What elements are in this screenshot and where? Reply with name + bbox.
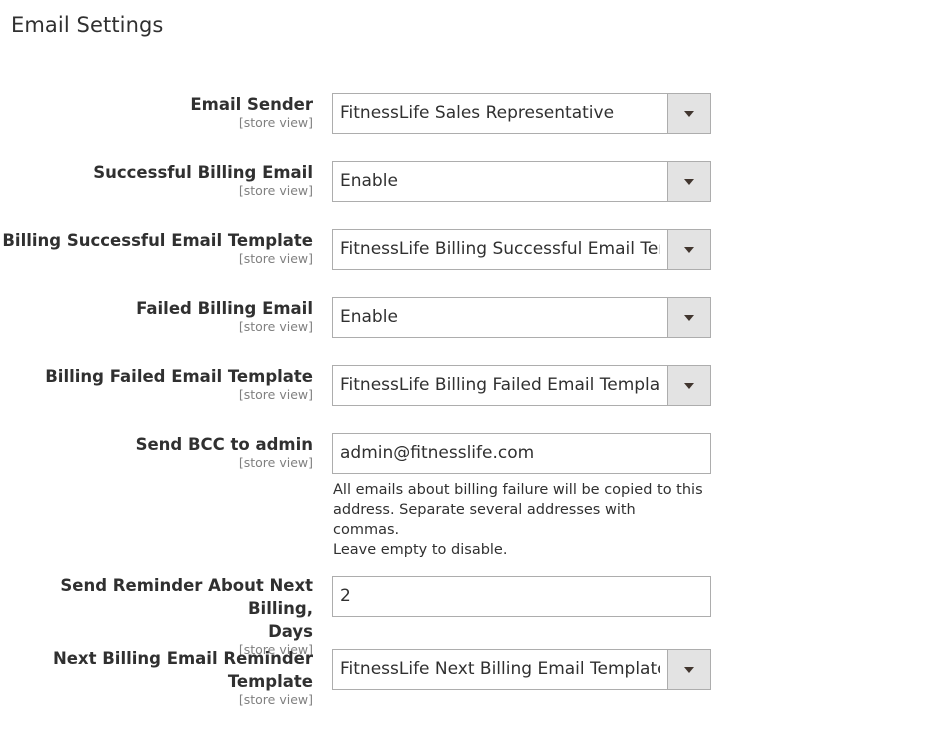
field-label-col: Email Sender [store view] <box>0 93 313 130</box>
dropdown-button[interactable] <box>667 162 710 201</box>
field-label-line: Days <box>268 622 313 641</box>
next-billing-template-select[interactable]: FitnessLife Next Billing Email Template <box>332 649 711 690</box>
scope-label: [store view] <box>238 251 313 266</box>
select-value: FitnessLife Billing Failed Email Templat… <box>340 375 660 395</box>
dropdown-button[interactable] <box>667 94 710 133</box>
scope-label: [store view] <box>238 692 313 707</box>
note-line: All emails about billing failure will be… <box>333 482 703 498</box>
select-value: FitnessLife Sales Representative <box>340 103 615 123</box>
field-label: Send BCC to admin <box>135 435 313 454</box>
reminder-days-input[interactable]: 2 <box>332 576 711 617</box>
dropdown-button[interactable] <box>667 230 710 269</box>
chevron-down-icon <box>684 667 694 673</box>
field-label-col: Failed Billing Email [store view] <box>0 297 313 334</box>
select-value: FitnessLife Next Billing Email Template <box>340 659 660 679</box>
field-label-col: Send Reminder About Next Billing, Days [… <box>0 574 313 657</box>
chevron-down-icon <box>684 111 694 117</box>
email-sender-select[interactable]: FitnessLife Sales Representative <box>332 93 711 134</box>
field-label-col: Next Billing Email Reminder Template [st… <box>0 647 313 707</box>
section-title: Email Settings <box>11 13 164 37</box>
field-note: All emails about billing failure will be… <box>333 480 703 560</box>
billing-failed-template-select[interactable]: FitnessLife Billing Failed Email Templat… <box>332 365 711 406</box>
input-value: 2 <box>340 586 351 606</box>
field-label-line: Template <box>227 672 313 691</box>
select-value: FitnessLife Billing Successful Email Tem… <box>340 239 660 259</box>
field-label-line: Next Billing Email Reminder <box>52 649 313 668</box>
dropdown-button[interactable] <box>667 650 710 689</box>
chevron-down-icon <box>684 247 694 253</box>
field-label-col: Billing Successful Email Template [store… <box>0 229 313 266</box>
field-label: Billing Failed Email Template <box>45 367 313 386</box>
chevron-down-icon <box>684 315 694 321</box>
billing-successful-template-select[interactable]: FitnessLife Billing Successful Email Tem… <box>332 229 711 270</box>
select-value: Enable <box>340 307 398 327</box>
field-label-col: Send BCC to admin [store view] <box>0 433 313 470</box>
field-label: Failed Billing Email <box>136 299 313 318</box>
scope-label: [store view] <box>238 387 313 402</box>
scope-label: [store view] <box>238 115 313 130</box>
field-label: Email Sender <box>190 95 313 114</box>
scope-label: [store view] <box>238 455 313 470</box>
input-value: admin@fitnesslife.com <box>340 443 535 463</box>
field-label-line: Send Reminder About Next Billing, <box>60 576 313 618</box>
scope-label: [store view] <box>238 183 313 198</box>
chevron-down-icon <box>684 383 694 389</box>
select-value: Enable <box>340 171 398 191</box>
field-label-col: Billing Failed Email Template [store vie… <box>0 365 313 402</box>
field-label-col: Successful Billing Email [store view] <box>0 161 313 198</box>
note-line: Leave empty to disable. <box>333 542 508 558</box>
bcc-email-input[interactable]: admin@fitnesslife.com <box>332 433 711 474</box>
field-label: Successful Billing Email <box>93 163 313 182</box>
successful-billing-email-select[interactable]: Enable <box>332 161 711 202</box>
dropdown-button[interactable] <box>667 298 710 337</box>
note-line: address. Separate several addresses with… <box>333 502 636 538</box>
chevron-down-icon <box>684 179 694 185</box>
dropdown-button[interactable] <box>667 366 710 405</box>
scope-label: [store view] <box>238 319 313 334</box>
failed-billing-email-select[interactable]: Enable <box>332 297 711 338</box>
field-label: Billing Successful Email Template <box>2 231 313 250</box>
